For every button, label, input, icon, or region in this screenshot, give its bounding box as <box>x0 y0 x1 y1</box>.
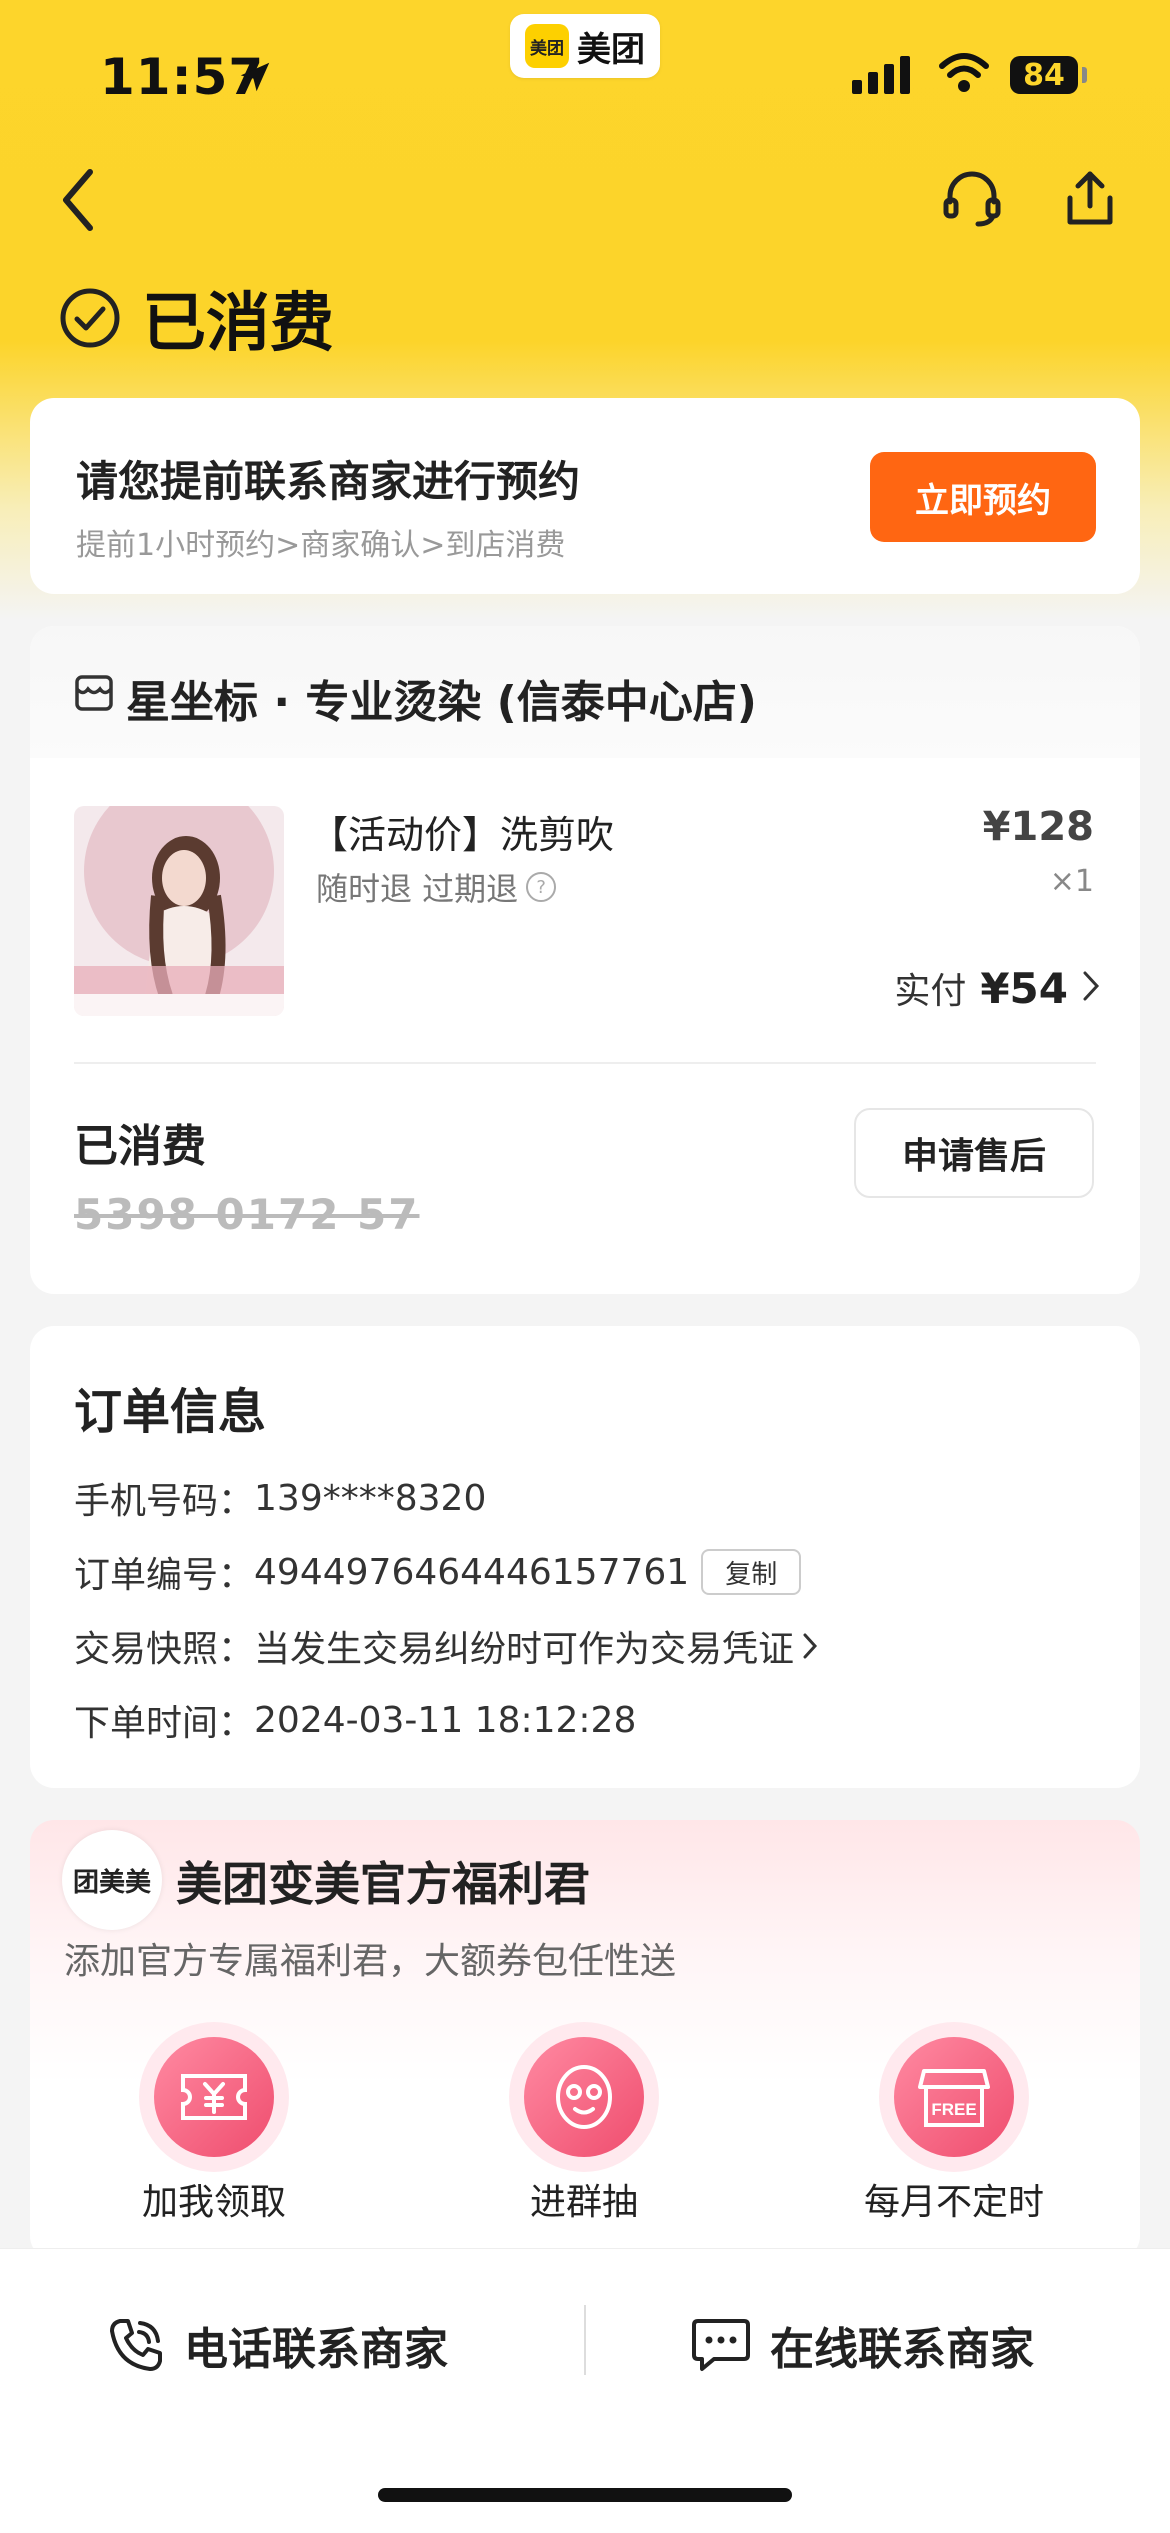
order-time-label: 下单时间： <box>74 1703 255 1744</box>
call-merchant-button[interactable]: 电话联系商家 <box>106 2297 448 2393</box>
chat-merchant-button[interactable]: 在线联系商家 <box>690 2297 1034 2393</box>
snapshot-label: 交易快照： <box>74 1629 255 1670</box>
reserve-now-button[interactable]: 立即预约 <box>870 452 1096 542</box>
divider <box>584 2305 586 2375</box>
page-title: 已消费 <box>142 287 334 361</box>
help-icon[interactable]: ? <box>526 872 557 902</box>
order-info-title: 订单信息 <box>74 1384 267 1440</box>
app-name: 美团 <box>577 29 645 70</box>
promo-logo: 团美美 <box>62 1830 162 1930</box>
after-sales-button[interactable]: 申请售后 <box>854 1108 1094 1198</box>
promo-subtitle: 添加官方专属福利君，大额券包任性送 <box>64 1941 677 1982</box>
reservation-card: 请您提前联系商家进行预约 提前1小时预约>商家确认>到店消费 立即预约 <box>30 398 1140 594</box>
phone-label: 手机号码： <box>74 1481 255 1522</box>
check-circle-icon <box>60 288 120 348</box>
phone-icon <box>110 2319 162 2371</box>
promo-title: 美团变美官方福利君 <box>176 1857 590 1911</box>
app-indicator-pill[interactable]: 美团 美团 <box>510 14 660 78</box>
benefit-group[interactable]: 进群抽 <box>434 2022 734 2226</box>
refund-policy-text: 随时退 过期退 <box>316 870 519 908</box>
paid-label: 实付 <box>894 971 967 1012</box>
chevron-right-icon <box>803 1633 818 1659</box>
divider <box>74 1062 1096 1064</box>
customer-service-icon[interactable] <box>940 166 1004 230</box>
order-info-card: 订单信息 手机号码： 139****8320 订单编号： 49449764644… <box>30 1326 1140 1788</box>
benefit-label: 加我领取 <box>141 2182 286 2223</box>
benefit-free-trial[interactable]: FREE 每月不定时 <box>804 2022 1104 2226</box>
benefit-coupon[interactable]: 加我领取 <box>64 2022 364 2226</box>
order-number-row: 订单编号： 4944976464446157761 复制 <box>74 1546 802 1598</box>
product-image[interactable] <box>74 806 284 1016</box>
location-arrow-icon <box>240 62 270 92</box>
product-title: 【活动价】洗剪吹 <box>310 813 615 857</box>
promo-card: 团美美 美团变美官方福利君 添加官方专属福利君，大额券包任性送 加我领取 进群抽 <box>30 1820 1140 2260</box>
store-name: 星坐标 · 专业烫染 (信泰中心店) <box>126 677 757 728</box>
order-time-row: 下单时间： 2024-03-11 18:12:28 <box>74 1694 636 1746</box>
consumption-status: 已消费 <box>74 1121 206 1172</box>
order-status-header: 已消费 <box>58 272 334 364</box>
face-mask-icon <box>556 2065 612 2129</box>
snapshot-text: 当发生交易纠纷时可作为交易凭证 <box>254 1629 795 1670</box>
call-merchant-label: 电话联系商家 <box>184 2324 448 2375</box>
coupon-icon <box>181 2074 247 2120</box>
phone-row: 手机号码： 139****8320 <box>74 1472 486 1524</box>
wifi-icon <box>939 53 989 92</box>
home-indicator[interactable] <box>378 2488 792 2502</box>
benefit-label: 进群抽 <box>529 2182 638 2223</box>
status-bar: 11:57 美团 美团 84 <box>0 0 1170 150</box>
paid-amount-row[interactable]: 实付 ¥54 <box>894 962 1100 1014</box>
svg-text:FREE: FREE <box>931 2100 976 2119</box>
chat-icon <box>692 2319 750 2371</box>
meituan-logo: 美团 <box>525 24 569 68</box>
paid-amount: ¥54 <box>980 964 1068 1013</box>
benefit-label: 每月不定时 <box>863 2182 1044 2223</box>
reservation-steps: 提前1小时预约>商家确认>到店消费 <box>76 528 566 563</box>
product-quantity: ×1 <box>1049 864 1094 899</box>
chevron-right-icon <box>1083 971 1100 1001</box>
order-number-label: 订单编号： <box>74 1555 255 1596</box>
back-icon[interactable] <box>58 168 98 232</box>
free-store-icon: FREE <box>918 2069 990 2127</box>
coupon-code: 5398 0172 57 <box>74 1190 420 1239</box>
phone-value: 139****8320 <box>254 1477 487 1519</box>
store-icon <box>75 675 113 711</box>
reservation-title: 请您提前联系商家进行预约 <box>76 457 581 506</box>
order-number-value: 4944976464446157761 <box>254 1551 690 1593</box>
chat-merchant-label: 在线联系商家 <box>770 2324 1034 2375</box>
battery-indicator: 84 <box>1010 56 1078 94</box>
copy-button[interactable]: 复制 <box>701 1549 802 1595</box>
snapshot-row[interactable]: 交易快照： 当发生交易纠纷时可作为交易凭证 <box>74 1620 818 1672</box>
product-price: ¥128 <box>982 804 1094 850</box>
order-card: 星坐标 · 专业烫染 (信泰中心店) 【活动价】洗剪吹 随时退 过期退 ? ¥1… <box>30 626 1140 1294</box>
share-icon[interactable] <box>1060 166 1120 230</box>
battery-tip <box>1082 67 1087 83</box>
refund-policy-tags: 随时退 过期退 ? <box>316 864 557 910</box>
cellular-signal-icon <box>852 56 910 94</box>
store-header[interactable]: 星坐标 · 专业烫染 (信泰中心店) <box>30 626 1140 758</box>
order-time-value: 2024-03-11 18:12:28 <box>254 1699 637 1741</box>
